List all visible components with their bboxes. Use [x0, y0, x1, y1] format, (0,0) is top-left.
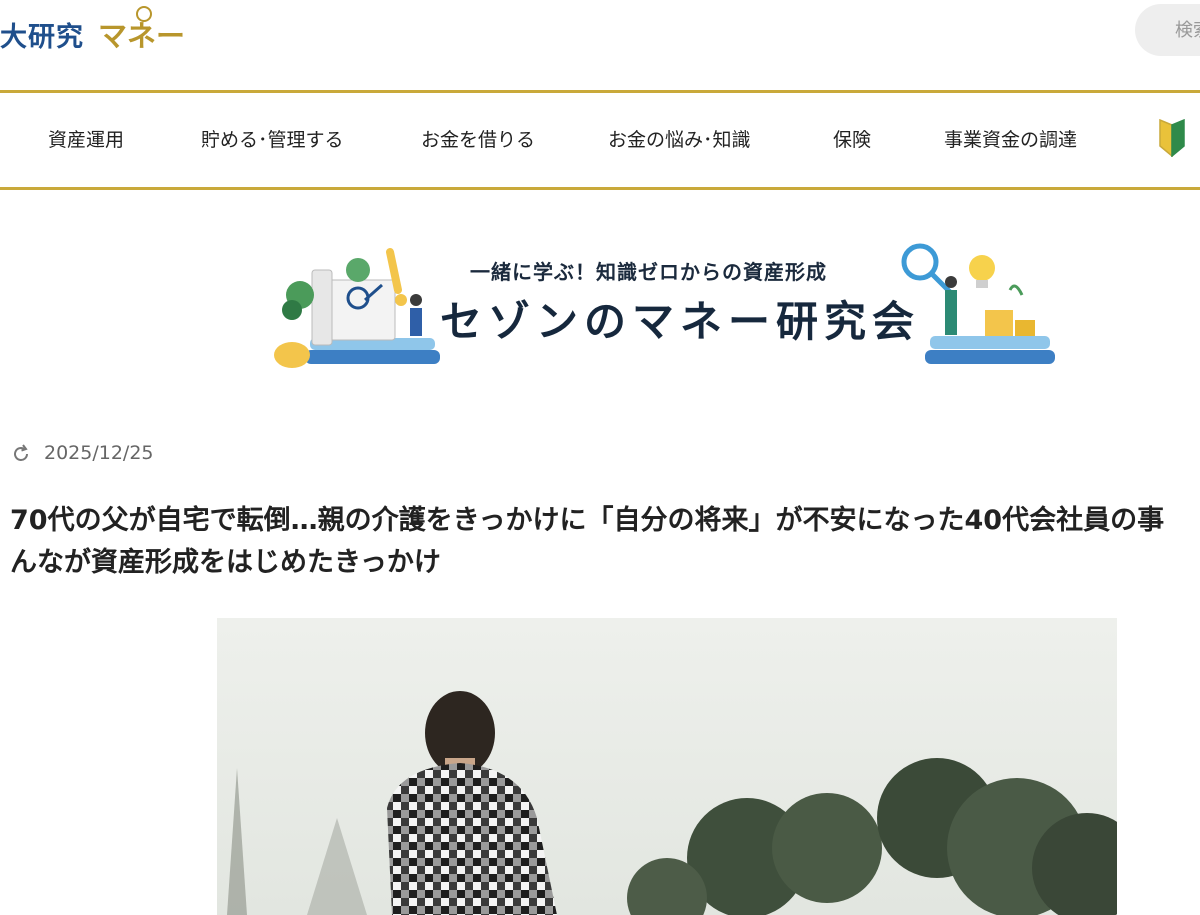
logo-main-text: 大研究 [0, 21, 84, 53]
article-hero-image [217, 618, 1117, 915]
site-header: 大研究 マネー [0, 0, 1200, 90]
refresh-icon [14, 444, 28, 461]
article-title-line-1: 70代の父が自宅で転倒…親の介護をきっかけに「自分の将来」が不安になった40代会… [10, 505, 1165, 536]
banner-subtitle: 一緒に学ぶ！知識ゼロからの資産形成 [470, 260, 827, 284]
beginner-mark-icon[interactable] [1157, 119, 1187, 157]
nav-item-insurance[interactable]: 保険 [833, 93, 871, 187]
nav-item-save-manage[interactable]: 貯める･管理する [201, 93, 344, 187]
nav-item-money-worries[interactable]: お金の悩み･知識 [608, 93, 751, 187]
banner-title: セゾンのマネー研究会 [440, 297, 921, 346]
article-title-line-2: んなが資産形成をはじめたきっかけ [10, 547, 441, 578]
post-date: 2025/12/25 [44, 442, 154, 464]
nav-item-asset-management[interactable]: 資産運用 [48, 93, 124, 187]
search-input[interactable] [1135, 4, 1200, 56]
hero-photo [217, 618, 1117, 915]
logo-sub-text: マネー [98, 6, 186, 55]
nav-item-business-funding[interactable]: 事業資金の調達 [944, 93, 1077, 187]
logo-sub-label: マネー [98, 19, 186, 53]
global-nav: 資産運用 貯める･管理する お金を借りる お金の悩み･知識 保険 事業資金の調達 [0, 90, 1200, 190]
article-title: 70代の父が自宅で転倒…親の介護をきっかけに「自分の将来」が不安になった40代会… [10, 500, 1200, 584]
nav-item-borrow-money[interactable]: お金を借りる [421, 93, 535, 187]
site-logo[interactable]: 大研究 マネー [0, 6, 186, 55]
money-study-banner[interactable]: 一緒に学ぶ！知識ゼロからの資産形成 セゾンのマネー研究会 [270, 240, 1060, 375]
coin-icon [136, 6, 152, 22]
